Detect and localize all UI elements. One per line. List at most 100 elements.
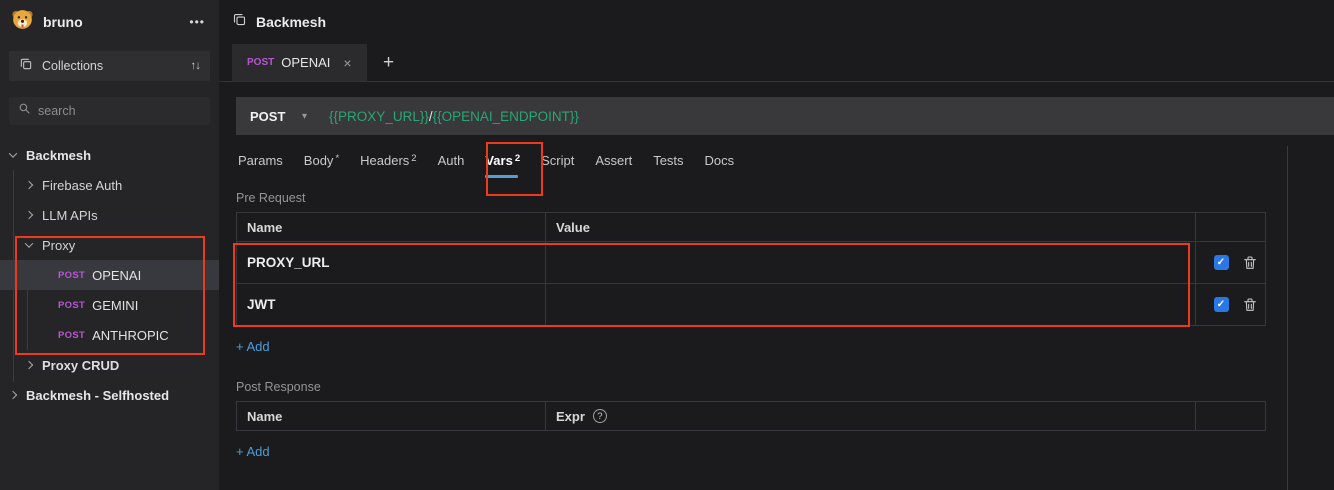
tab-label: Assert [595,153,632,168]
tree-item-proxy-crud[interactable]: Proxy CRUD [0,350,219,380]
tab-docs[interactable]: Docs [703,135,737,185]
chevron-right-icon [25,211,33,219]
method-badge: POST [58,270,85,281]
column-header-expr: Expr ? [546,402,1196,431]
tab-assert[interactable]: Assert [593,135,634,185]
tab-label: Tests [653,153,683,168]
bruno-dog-logo-icon [11,8,34,36]
search-input[interactable]: search [9,97,210,125]
collections-stack-icon [19,57,33,76]
chevron-right-icon [9,391,17,399]
table-header-row: Name Expr ? [237,402,1266,431]
app-name: bruno [43,14,83,30]
tab-script[interactable]: Script [539,135,576,185]
collections-label: Collections [42,59,103,73]
method-dropdown-caret-icon[interactable]: ▾ [302,111,307,122]
tab-label: Script [541,153,574,168]
tree-item-label: LLM APIs [42,208,98,223]
column-header-actions [1196,213,1266,242]
tab-method-badge: POST [247,57,274,68]
url-variable: {{OPENAI_ENDPOINT}} [433,109,579,124]
column-header-label: Expr [556,409,585,424]
chevron-right-icon [25,361,33,369]
tree-item-proxy[interactable]: Proxy [0,230,219,260]
url-input[interactable]: {{PROXY_URL}}/{{OPENAI_ENDPOINT}} [329,109,579,124]
tree-item-label: Backmesh - Selfhosted [26,388,169,403]
collections-header[interactable]: Collections ↑↓ [9,51,210,81]
var-value-cell[interactable] [546,284,1196,326]
var-name-cell[interactable]: JWT [247,297,276,312]
pre-request-label: Pre Request [236,191,1334,205]
add-pre-request-var-button[interactable]: + Add [236,339,270,354]
new-tab-button[interactable]: + [367,44,411,81]
request-pane-tabs: Params Body* Headers2 Auth Vars2 Script … [236,135,1334,185]
tree-item-label: OPENAI [92,268,141,283]
request-pane: Params Body* Headers2 Auth Vars2 Script … [219,135,1334,461]
method-badge: POST [58,300,85,311]
post-response-vars-table: Name Expr ? [236,401,1266,431]
chevron-down-icon [25,239,33,247]
table-header-row: Name Value [237,213,1266,242]
tab-label: Auth [438,153,465,168]
add-post-response-var-button[interactable]: + Add [236,444,270,459]
expr-help-icon[interactable]: ? [593,409,607,423]
tree-item-label: Proxy CRUD [42,358,119,373]
method-badge: POST [58,330,85,341]
method-selector[interactable]: POST [250,109,302,124]
tree-item-label: Firebase Auth [42,178,122,193]
app-header: bruno ••• [0,0,219,44]
collection-title: Backmesh [256,14,326,30]
tree-item-label: ANTHROPIC [92,328,169,343]
tree-item-firebase-auth[interactable]: Firebase Auth [0,170,219,200]
tree-item-label: GEMINI [92,298,138,313]
tab-count-badge: 2 [515,153,520,164]
tab-label: Docs [705,153,735,168]
tab-modified-indicator: * [335,153,339,164]
tree-item-llm-apis[interactable]: LLM APIs [0,200,219,230]
search-placeholder: search [38,104,76,118]
url-variable: {{PROXY_URL}} [329,109,429,124]
var-value-cell[interactable] [546,242,1196,284]
delete-var-trash-icon[interactable] [1242,297,1258,313]
tab-tests[interactable]: Tests [651,135,685,185]
tree-item-backmesh[interactable]: Backmesh [0,140,219,170]
open-request-tab-openai[interactable]: POST OPENAI × [232,44,367,81]
tab-count-badge: 2 [411,153,416,164]
var-row-proxy-url: PROXY_URL ✓ [237,242,1266,284]
chevron-down-icon [9,149,17,157]
tab-label: Params [238,153,283,168]
pane-resize-divider[interactable] [1287,146,1288,490]
sidebar: bruno ••• Collections ↑↓ search [0,0,219,490]
collection-pages-icon [232,12,247,32]
var-row-jwt: JWT ✓ [237,284,1266,326]
sort-icon[interactable]: ↑↓ [191,60,201,72]
tab-headers[interactable]: Headers2 [358,135,418,185]
collection-header: Backmesh [219,0,1334,44]
tree-item-request-gemini[interactable]: POST GEMINI [0,290,219,320]
delete-var-trash-icon[interactable] [1242,255,1258,271]
column-header-name: Name [237,213,546,242]
collection-tree: Backmesh Firebase Auth LLM APIs Proxy PO… [0,140,219,410]
tree-item-request-openai[interactable]: POST OPENAI [0,260,219,290]
bruno-app-window: bruno ••• Collections ↑↓ search [0,0,1334,490]
tab-params[interactable]: Params [236,135,285,185]
tab-vars[interactable]: Vars2 [483,135,522,185]
tree-item-request-anthropic[interactable]: POST ANTHROPIC [0,320,219,350]
tree-item-label: Backmesh [26,148,91,163]
pre-request-vars-table: Name Value PROXY_URL ✓ [236,212,1266,326]
tree-item-backmesh-selfhosted[interactable]: Backmesh - Selfhosted [0,380,219,410]
tree-item-label: Proxy [42,238,75,253]
tab-body[interactable]: Body* [302,135,341,185]
var-enabled-checkbox[interactable]: ✓ [1214,297,1229,312]
var-enabled-checkbox[interactable]: ✓ [1214,255,1229,270]
tab-auth[interactable]: Auth [436,135,467,185]
search-icon [18,102,31,120]
sidebar-menu-icon[interactable]: ••• [189,15,205,29]
post-response-label: Post Response [236,380,1334,394]
close-tab-icon[interactable]: × [343,55,351,71]
var-name-cell[interactable]: PROXY_URL [247,255,330,270]
column-header-value: Value [546,213,1196,242]
tab-label: Vars [485,153,512,168]
chevron-right-icon [25,181,33,189]
main-panel: Backmesh POST OPENAI × + POST ▾ {{PROXY_… [219,0,1334,490]
